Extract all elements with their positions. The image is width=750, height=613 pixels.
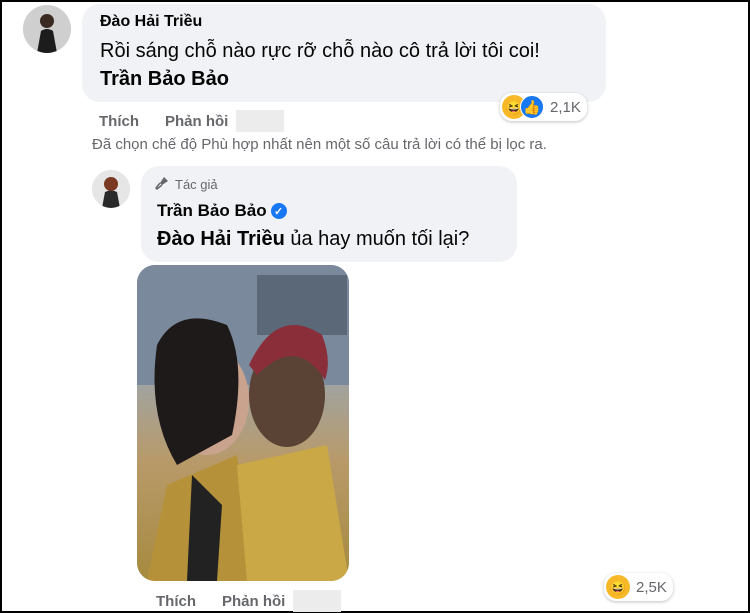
reply-text: Đào Hải Triều ủa hay muốn tối lại? (157, 228, 469, 251)
microphone-icon (154, 176, 169, 193)
haha-reaction-icon: 😆 (606, 575, 630, 599)
author-badge-label: Tác giả (175, 177, 218, 192)
reply-message: ủa hay muốn tối lại? (284, 228, 470, 250)
reply-mention[interactable]: Đào Hải Triều (157, 228, 285, 250)
comment-mention[interactable]: Trần Bảo Bảo (100, 68, 229, 91)
filter-notice: Đã chọn chế độ Phù hợp nhất nên một số c… (92, 136, 547, 153)
like-button[interactable]: Thích (99, 113, 139, 130)
reaction-count: 2,1K (550, 98, 581, 116)
reply-bubble: Tác giả Trần Bảo Bảo ✓ Đào Hải Triều ủa … (141, 166, 517, 262)
reply-actions: Thích Phản hồi (156, 590, 342, 612)
comment-reactions[interactable]: 😆 👍 2,1K (500, 93, 587, 121)
comment-actions: Thích Phản hồi (99, 110, 285, 132)
like-reaction-icon: 👍 (520, 95, 544, 119)
timestamp-placeholder (236, 110, 285, 132)
verified-badge-icon: ✓ (270, 203, 287, 219)
reaction-count: 2,5K (636, 578, 667, 596)
reply-photo[interactable] (137, 265, 349, 581)
like-button[interactable]: Thích (156, 593, 196, 610)
reply-avatar[interactable] (92, 170, 130, 208)
author-badge: Tác giả (154, 176, 218, 193)
reply-button[interactable]: Phản hồi (222, 593, 285, 610)
comment-author[interactable]: Đào Hải Triều (100, 13, 202, 31)
comment-bubble: Đào Hải Triều Rồi sáng chỗ nào rực rỡ ch… (82, 4, 606, 102)
reply-author[interactable]: Trần Bảo Bảo ✓ (157, 201, 287, 221)
reply-reactions[interactable]: 😆 2,5K (604, 573, 673, 601)
reply-button[interactable]: Phản hồi (165, 113, 228, 130)
reply-author-name[interactable]: Trần Bảo Bảo (157, 201, 267, 221)
comment-text: Rồi sáng chỗ nào rực rỡ chỗ nào cô trả l… (100, 40, 540, 62)
commenter-avatar[interactable] (23, 5, 71, 53)
timestamp-placeholder (293, 590, 342, 612)
